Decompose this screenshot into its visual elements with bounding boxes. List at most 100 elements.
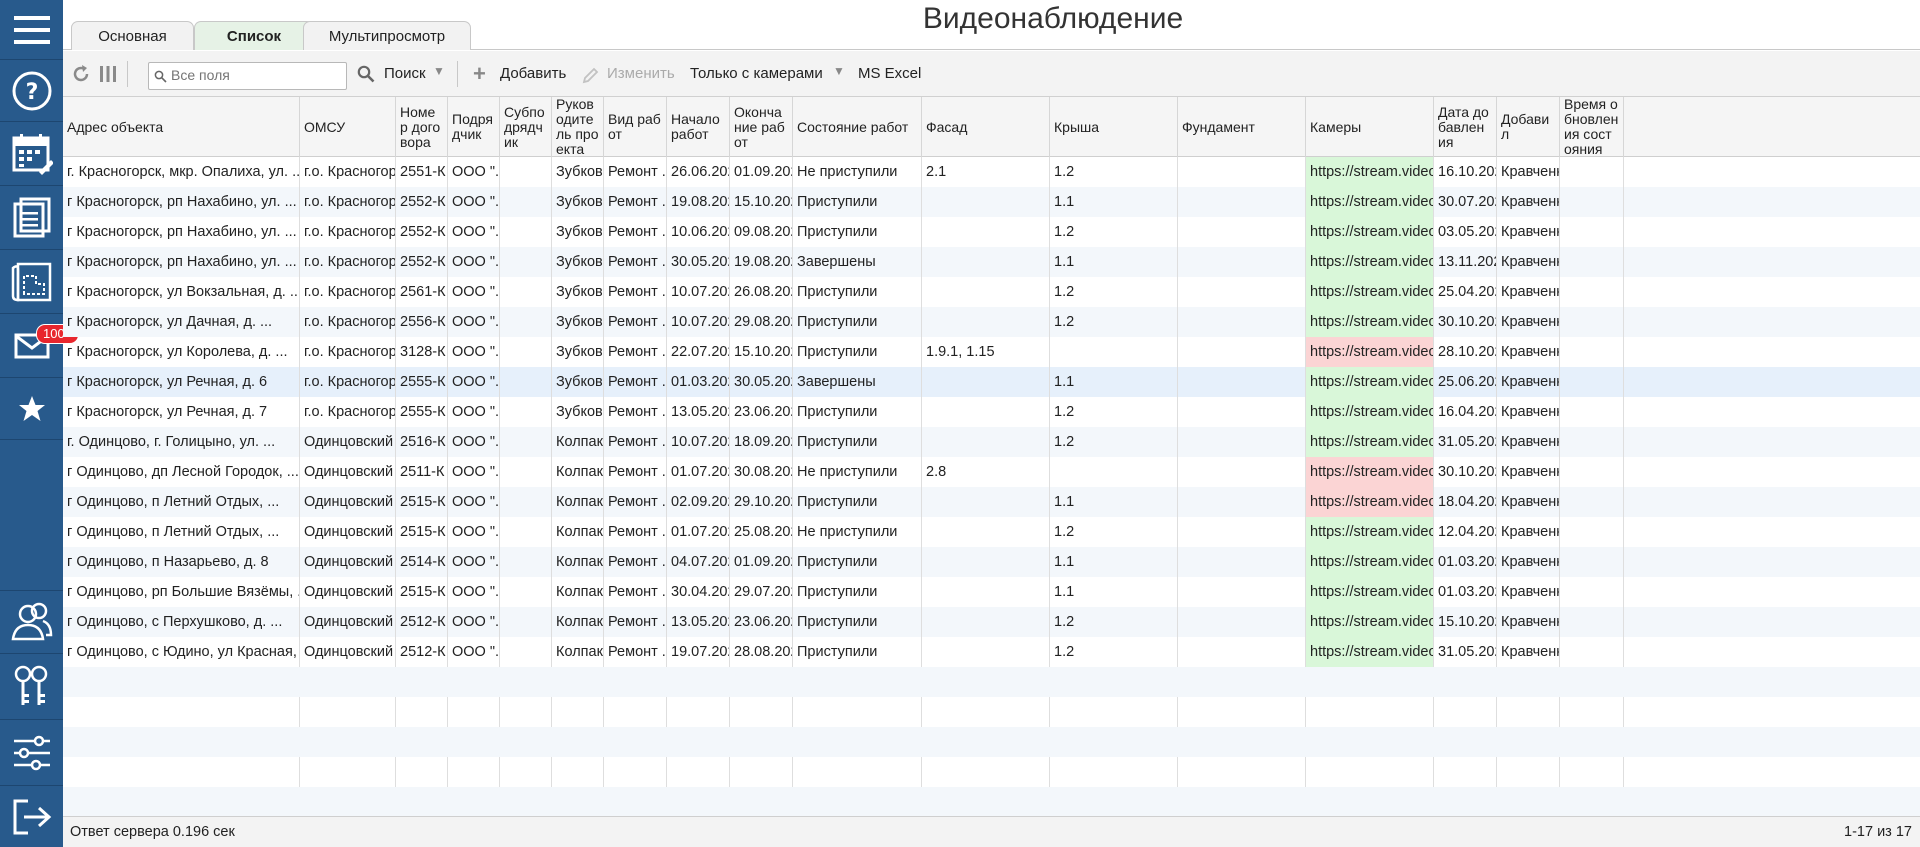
col-work-type: Ремонт ... — [604, 277, 667, 307]
col-cameras: https://stream.video — [1306, 217, 1434, 247]
table-row[interactable]: г Одинцово, с Юдино, ул Красная, ... Один… — [63, 637, 1920, 667]
column-header[interactable]: Подрядчик — [448, 97, 500, 157]
calendar-button[interactable] — [0, 122, 63, 186]
keys-button[interactable] — [0, 654, 63, 720]
col-updated — [1560, 187, 1624, 217]
table-row[interactable]: г. Одинцово, г. Голицыно, ул. ... Одинцов… — [63, 427, 1920, 457]
column-header[interactable]: Начало работ — [667, 97, 730, 157]
col-roof: 1.2 — [1050, 307, 1178, 337]
col-omsu: г.о. Красногорск — [300, 307, 396, 337]
col-start: 19.08.2024 — [667, 187, 730, 217]
add-icon[interactable]: + — [473, 61, 486, 87]
col-work-type: Ремонт ... — [604, 517, 667, 547]
edit-button[interactable]: Изменить — [607, 65, 675, 82]
column-header[interactable]: ОМСУ — [300, 97, 396, 157]
search-icon[interactable] — [357, 65, 375, 83]
table-row[interactable]: г Одинцово, дп Лесной Городок, ... Одинцо… — [63, 457, 1920, 487]
col-roof: 1.2 — [1050, 157, 1178, 187]
col-state: Не приступили — [793, 157, 922, 187]
filter-chevron-down-icon[interactable]: ▼ — [833, 64, 845, 78]
column-header[interactable]: Адрес объекта — [63, 97, 300, 157]
table-row[interactable]: г Красногорск, рп Нахабино, ул. ... г.о. … — [63, 217, 1920, 247]
col-foundation — [1178, 427, 1306, 457]
table-row[interactable]: г Красногорск, ул Королева, д. ... г.о. К… — [63, 337, 1920, 367]
table-row[interactable]: г Одинцово, п Летний Отдых, ... Одинцовск… — [63, 517, 1920, 547]
grid-header: Адрес объекта ОМСУ Номер договора Подрядчик… — [63, 97, 1920, 157]
refresh-icon[interactable] — [71, 64, 91, 84]
table-row[interactable]: г Красногорск, ул Дачная, д. ... г.о. Кра… — [63, 307, 1920, 337]
col-updated — [1560, 427, 1624, 457]
columns-icon[interactable] — [99, 64, 117, 84]
column-header[interactable]: Номер договора — [396, 97, 448, 157]
col-contract: 2514-К — [396, 547, 448, 577]
table-row[interactable]: г Одинцово, с Перхушково, д. ... Одинцовс… — [63, 607, 1920, 637]
documents-button[interactable] — [0, 186, 63, 250]
keys-icon — [14, 665, 47, 705]
col-address: г Красногорск, ул Дачная, д. ... — [63, 307, 300, 337]
favorites-button[interactable] — [0, 378, 63, 440]
col-end: 23.06.2024 — [730, 607, 793, 637]
col-foundation — [1178, 367, 1306, 397]
col-start: 04.07.2024 — [667, 547, 730, 577]
col-work-type: Ремонт ... — [604, 247, 667, 277]
col-state: Приступили — [793, 427, 922, 457]
help-icon: ? — [12, 71, 51, 110]
col-manager: Зубков — [552, 157, 604, 187]
col-end: 29.08.2024 — [730, 307, 793, 337]
column-header[interactable]: Крыша — [1050, 97, 1178, 157]
column-header[interactable]: Камеры — [1306, 97, 1434, 157]
col-start: 13.05.2024 — [667, 607, 730, 637]
menu-button[interactable] — [0, 0, 63, 60]
column-header[interactable]: Фасад — [922, 97, 1050, 157]
col-contractor: ООО "..." — [448, 517, 500, 547]
excel-export-button[interactable]: MS Excel — [858, 65, 921, 82]
table-row[interactable]: г Одинцово, п Летний Отдых, ... Одинцовск… — [63, 487, 1920, 517]
table-row[interactable]: г Красногорск, ул Речная, д. 6 г.о. Красн… — [63, 367, 1920, 397]
col-subcontractor — [500, 307, 552, 337]
column-header[interactable]: Руководитель проекта — [552, 97, 604, 157]
table-row[interactable]: г Одинцово, п Назарьево, д. 8 Одинцовский… — [63, 547, 1920, 577]
column-header[interactable]: Время обновления состояния — [1560, 97, 1624, 157]
column-header[interactable]: Фундамент — [1178, 97, 1306, 157]
camera-filter-dropdown[interactable]: Только с камерами — [690, 65, 823, 82]
col-roof: 1.1 — [1050, 577, 1178, 607]
tab-list[interactable]: Список — [194, 21, 314, 50]
table-row[interactable]: г Красногорск, рп Нахабино, ул. ... г.о. … — [63, 187, 1920, 217]
users-button[interactable] — [0, 590, 63, 654]
table-row[interactable]: г Одинцово, рп Большие Вязёмы, ... Одинцо… — [63, 577, 1920, 607]
col-omsu: г.о. Красногорск — [300, 337, 396, 367]
column-header[interactable]: Состояние работ — [793, 97, 922, 157]
column-header[interactable]: Субподрядчик — [500, 97, 552, 157]
col-omsu: Одинцовский г.о. — [300, 487, 396, 517]
table-row[interactable]: г Красногорск, рп Нахабино, ул. ... г.о. … — [63, 247, 1920, 277]
logout-button[interactable] — [0, 786, 63, 847]
blueprint-button[interactable] — [0, 250, 63, 314]
search-button[interactable]: Поиск — [384, 65, 426, 82]
table-row[interactable]: г. Красногорск, мкр. Опалиха, ул. ... г.о… — [63, 157, 1920, 187]
col-omsu: Одинцовский г.о. — [300, 607, 396, 637]
tab-multiview[interactable]: Мультипросмотр — [303, 21, 471, 50]
col-manager: Зубков — [552, 187, 604, 217]
search-box[interactable] — [148, 62, 347, 90]
col-subcontractor — [500, 337, 552, 367]
col-foundation — [1178, 547, 1306, 577]
column-header[interactable]: Окончание работ — [730, 97, 793, 157]
col-contract: 2515-К — [396, 517, 448, 547]
col-contractor: ООО "..." — [448, 637, 500, 667]
col-added-by: Кравченко — [1497, 487, 1560, 517]
table-row[interactable]: г Красногорск, ул Вокзальная, д. ... г.о.… — [63, 277, 1920, 307]
column-header[interactable]: Дата добавления — [1434, 97, 1497, 157]
col-contractor: ООО "..." — [448, 217, 500, 247]
search-input[interactable] — [171, 67, 341, 83]
tab-main[interactable]: Основная — [71, 21, 194, 50]
col-contract: 2556-К — [396, 307, 448, 337]
col-added: 01.03.2024 — [1434, 577, 1497, 607]
settings-button[interactable] — [0, 720, 63, 786]
col-added: 25.04.2024 — [1434, 277, 1497, 307]
column-header[interactable]: Вид работ — [604, 97, 667, 157]
add-button[interactable]: Добавить — [500, 65, 566, 82]
help-button[interactable]: ? — [0, 60, 63, 122]
column-header[interactable]: Добавил — [1497, 97, 1560, 157]
search-dropdown-chevron-icon[interactable]: ▼ — [433, 64, 445, 78]
table-row[interactable]: г Красногорск, ул Речная, д. 7 г.о. Красн… — [63, 397, 1920, 427]
